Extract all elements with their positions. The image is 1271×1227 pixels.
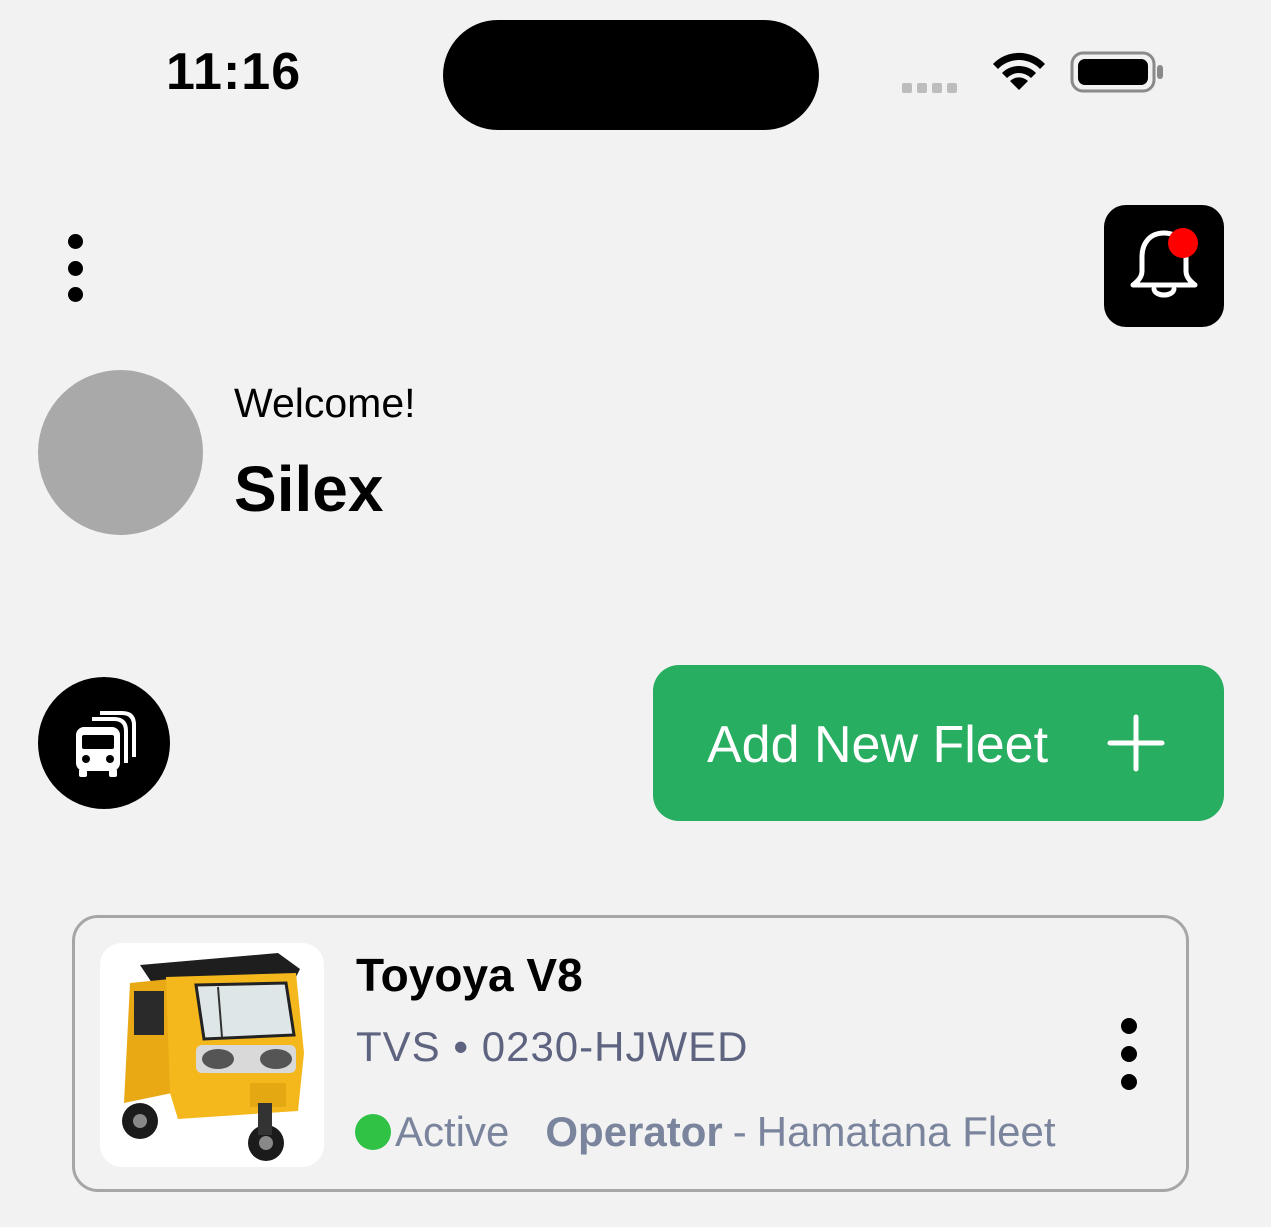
status-time: 11:16 xyxy=(166,43,302,101)
vehicle-make: TVS xyxy=(356,1023,441,1070)
battery-icon xyxy=(1070,51,1163,93)
role-separator: - xyxy=(732,1108,747,1155)
meta-separator-dot: • xyxy=(453,1023,482,1070)
add-new-fleet-button[interactable]: Add New Fleet xyxy=(653,665,1224,821)
vehicle-card[interactable]: Toyoya V8 TVS • 0230-HJWED Active Operat… xyxy=(72,915,1189,1192)
vehicle-meta: TVS • 0230-HJWED xyxy=(356,1023,748,1071)
greeting-text: Welcome! xyxy=(234,380,416,426)
more-vertical-icon[interactable] xyxy=(58,228,92,308)
fleet-list-button[interactable] xyxy=(38,677,170,809)
wifi-icon xyxy=(993,52,1045,90)
vehicle-image xyxy=(100,943,324,1167)
notification-button[interactable] xyxy=(1104,205,1224,327)
status-text: Active xyxy=(395,1108,510,1155)
vehicle-plate: 0230-HJWED xyxy=(481,1023,749,1070)
role-text: Operator xyxy=(545,1108,723,1155)
bus-stack-icon xyxy=(76,711,136,777)
user-name: Silex xyxy=(234,453,384,525)
unread-badge xyxy=(1168,228,1198,258)
more-vertical-icon[interactable] xyxy=(1112,1018,1146,1090)
dynamic-island xyxy=(443,20,819,130)
add-fleet-label: Add New Fleet xyxy=(707,716,1049,774)
avatar[interactable] xyxy=(38,370,203,535)
status-indicator-dot xyxy=(355,1114,391,1150)
plus-icon xyxy=(1107,714,1165,772)
vehicle-name: Toyoya V8 xyxy=(356,949,583,1001)
vehicle-status-row: Active Operator - Hamatana Fleet xyxy=(355,1108,1056,1156)
cellular-signal-icon xyxy=(902,83,957,93)
fleet-name: Hamatana Fleet xyxy=(756,1108,1056,1155)
